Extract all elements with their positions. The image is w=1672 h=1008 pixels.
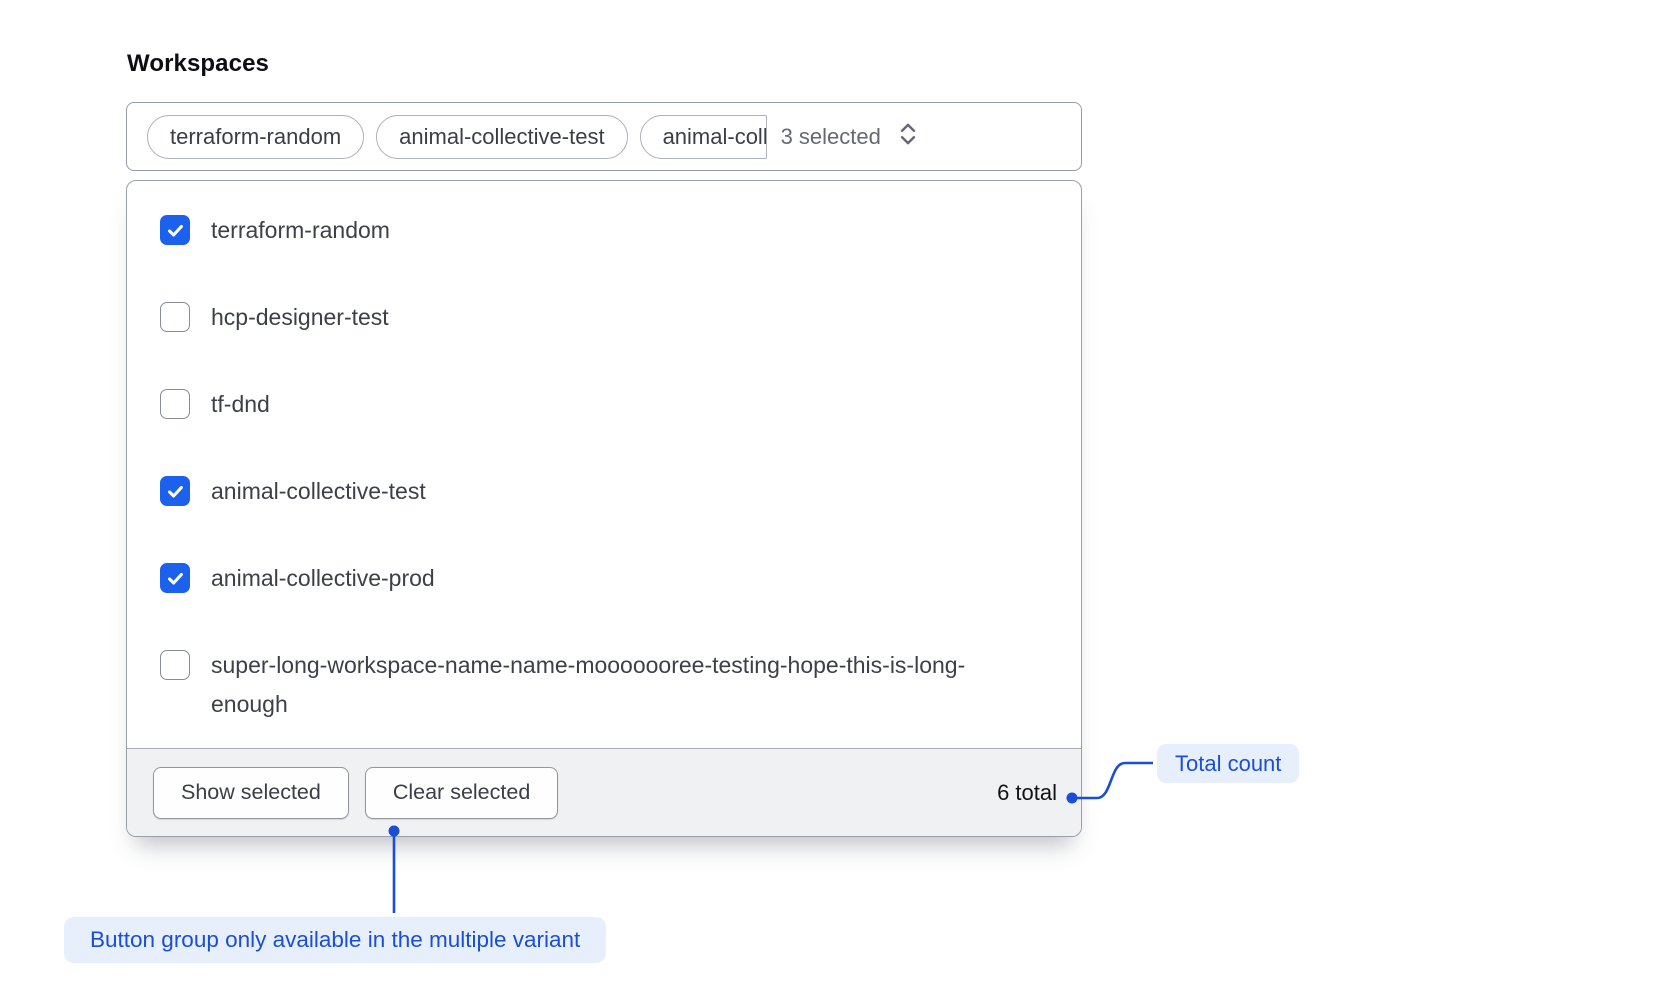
selected-count-label: 3 selected — [781, 124, 881, 150]
selected-pill: terraform-random — [147, 115, 364, 159]
option-tf-dnd[interactable]: tf-dnd — [127, 361, 1081, 448]
listbox-dropdown: terraform-random hcp-designer-test tf-dn… — [126, 180, 1082, 837]
clear-selected-button[interactable]: Clear selected — [365, 767, 558, 819]
selected-pill-clipped: animal-collective-prod — [640, 115, 767, 159]
option-label: animal-collective-prod — [211, 559, 435, 598]
option-label: terraform-random — [211, 211, 390, 250]
button-group-annotation: Button group only available in the multi… — [64, 917, 606, 963]
checkbox[interactable] — [160, 215, 190, 245]
multi-select-component: Workspaces terraform-random animal-colle… — [126, 50, 1082, 837]
field-label: Workspaces — [127, 50, 1082, 78]
checkbox[interactable] — [160, 389, 190, 419]
option-list: terraform-random hcp-designer-test tf-dn… — [127, 181, 1081, 748]
option-label: tf-dnd — [211, 385, 270, 424]
option-animal-collective-test[interactable]: animal-collective-test — [127, 448, 1081, 535]
total-count-annotation: Total count — [1157, 744, 1299, 783]
show-selected-button[interactable]: Show selected — [153, 767, 349, 819]
option-animal-collective-prod[interactable]: animal-collective-prod — [127, 535, 1081, 622]
option-super-long-workspace[interactable]: super-long-workspace-name-name-moooooore… — [127, 622, 1081, 748]
option-label: animal-collective-test — [211, 472, 426, 511]
caret-up-down-icon — [895, 120, 921, 153]
listbox-footer: Show selected Clear selected 6 total — [127, 748, 1081, 836]
checkbox[interactable] — [160, 476, 190, 506]
selected-pill: animal-collective-test — [376, 115, 627, 159]
checkbox[interactable] — [160, 563, 190, 593]
checkbox[interactable] — [160, 650, 190, 680]
total-count-text: 6 total — [997, 780, 1057, 806]
checkbox[interactable] — [160, 302, 190, 332]
option-terraform-random[interactable]: terraform-random — [127, 187, 1081, 274]
option-label: hcp-designer-test — [211, 298, 389, 337]
option-hcp-designer-test[interactable]: hcp-designer-test — [127, 274, 1081, 361]
button-group-connector — [389, 826, 400, 914]
option-label: super-long-workspace-name-name-moooooore… — [211, 646, 976, 724]
select-trigger[interactable]: terraform-random animal-collective-test … — [126, 102, 1082, 171]
